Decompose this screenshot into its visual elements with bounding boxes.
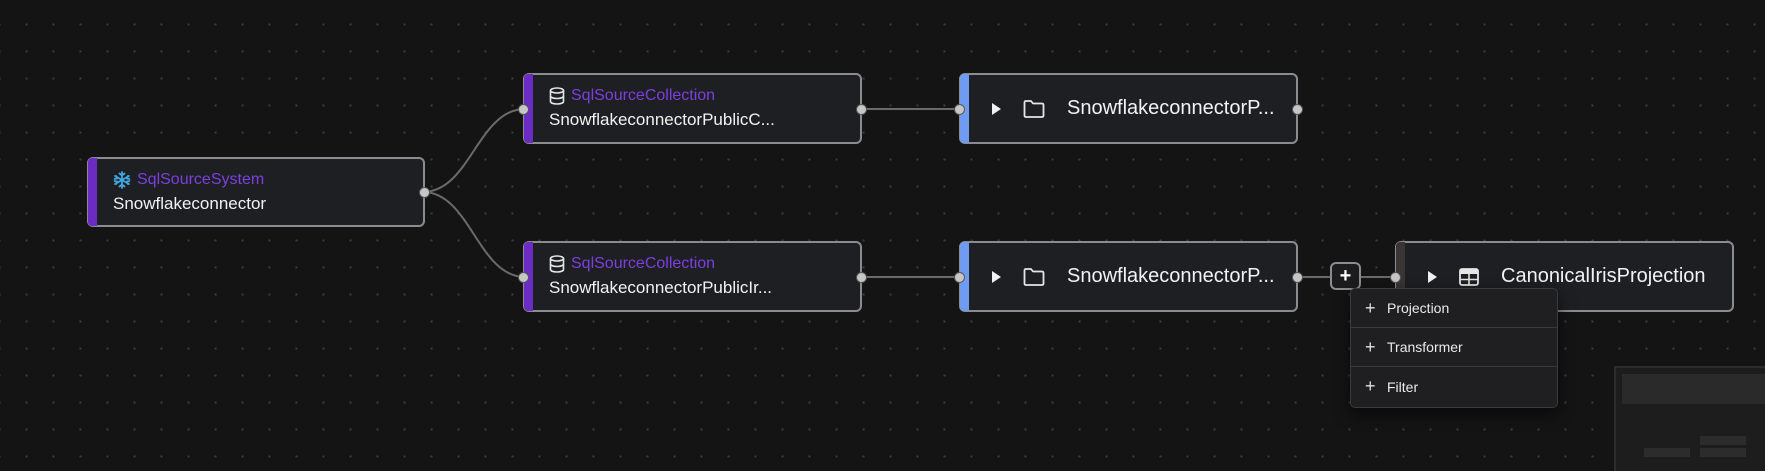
node-type-label: SqlSourceCollection (571, 87, 716, 104)
edge-system-to-collection-bottom (422, 191, 526, 278)
add-node-button[interactable]: + (1330, 262, 1361, 290)
minimap-viewport (1622, 374, 1765, 404)
plus-icon: + (1365, 297, 1376, 318)
node-name: CanonicalIrisProjection (1501, 265, 1706, 287)
menu-item-label: Filter (1387, 378, 1419, 395)
node-source-system[interactable]: SqlSourceSystem Snowflakeconnector (87, 157, 430, 227)
database-icon (549, 255, 565, 273)
output-handle[interactable] (1292, 271, 1303, 283)
node-collection-bottom[interactable]: SqlSourceCollection SnowflakeconnectorPu… (518, 241, 867, 312)
node-name: SnowflakeconnectorPublicIr... (549, 278, 773, 297)
node-name: SnowflakeconnectorP... (1067, 265, 1275, 287)
output-handle[interactable] (1292, 103, 1303, 115)
menu-item-projection[interactable]: + Projection (1351, 289, 1557, 328)
node-accent-bar (88, 158, 97, 226)
menu-item-label: Transformer (1387, 339, 1463, 355)
add-node-menu: + Projection + Transformer + Filter (1350, 288, 1558, 408)
table-icon (1459, 267, 1479, 286)
minimap-node (1700, 436, 1746, 445)
database-icon (549, 87, 565, 105)
menu-item-transformer[interactable]: + Transformer (1351, 328, 1557, 367)
menu-item-filter[interactable]: + Filter (1351, 367, 1557, 406)
flow-canvas[interactable]: SqlSourceSystem Snowflakeconnector SqlSo… (0, 0, 1765, 471)
snowflake-icon (113, 171, 131, 189)
minimap-node (1700, 448, 1746, 457)
node-type-label: SqlSourceSystem (137, 171, 265, 188)
node-folder-bottom[interactable]: SnowflakeconnectorP... (954, 241, 1303, 312)
expand-triangle-icon[interactable] (991, 102, 1001, 115)
plus-icon: + (1365, 336, 1376, 357)
node-name: Snowflakeconnector (113, 194, 267, 213)
minimap-node (1644, 448, 1690, 457)
input-handle[interactable] (1390, 271, 1401, 283)
plus-icon: + (1339, 265, 1352, 287)
input-handle[interactable] (518, 103, 529, 115)
node-folder-top[interactable]: SnowflakeconnectorP... (954, 73, 1303, 144)
input-handle[interactable] (954, 271, 965, 283)
node-name: SnowflakeconnectorPublicC... (549, 110, 775, 129)
input-handle[interactable] (518, 271, 529, 283)
plus-icon: + (1365, 376, 1376, 396)
folder-icon (1023, 99, 1045, 118)
node-name: SnowflakeconnectorP... (1067, 97, 1275, 119)
input-handle[interactable] (954, 103, 965, 115)
folder-icon (1023, 267, 1045, 286)
minimap[interactable] (1614, 366, 1765, 471)
output-handle[interactable] (419, 187, 430, 198)
node-collection-top[interactable]: SqlSourceCollection SnowflakeconnectorPu… (518, 73, 867, 144)
edge-system-to-collection-top (422, 108, 526, 193)
node-type-label: SqlSourceCollection (571, 255, 716, 272)
menu-item-label: Projection (1387, 300, 1450, 316)
expand-triangle-icon[interactable] (991, 270, 1001, 283)
output-handle[interactable] (856, 103, 867, 115)
output-handle[interactable] (856, 271, 867, 283)
expand-triangle-icon[interactable] (1427, 270, 1437, 283)
